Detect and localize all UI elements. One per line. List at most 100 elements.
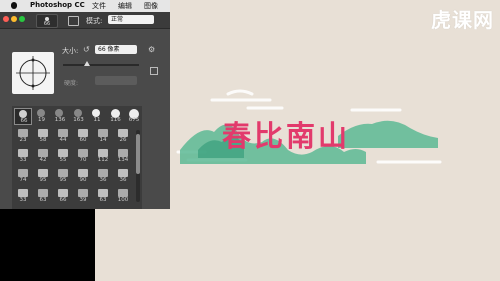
brush-preset-size: 63	[99, 197, 107, 203]
gear-icon[interactable]: ⚙	[148, 45, 155, 54]
brush-preset-size: 39	[79, 197, 87, 203]
brush-tip-icon	[98, 129, 108, 137]
brush-preset-item[interactable]: 33	[14, 188, 32, 205]
close-window-button[interactable]	[3, 16, 9, 22]
brush-preset-item[interactable]: 60	[74, 128, 92, 145]
brush-preset-size: 66	[59, 197, 67, 203]
brush-preset-size: 112	[97, 157, 109, 163]
brush-preset-item[interactable]: 136	[51, 108, 69, 125]
brush-preset-item[interactable]: 134	[114, 148, 132, 165]
brush-preset-panel: 66 模式: 正常 大小: ↺ 66 像素 ⚙ 硬度: 66 19 136 163 11…	[0, 12, 170, 209]
brush-panel-toggle-icon[interactable]	[68, 16, 79, 26]
brush-tip-icon	[118, 129, 128, 137]
brush-preset-item[interactable]: 63	[34, 188, 52, 205]
brush-preset-size: 100	[117, 197, 129, 203]
new-preset-icon[interactable]	[150, 67, 158, 75]
brush-preset-item[interactable]: 70	[74, 148, 92, 165]
brush-preset-item[interactable]: 100	[114, 188, 132, 205]
brush-preset-item[interactable]: 19	[33, 108, 51, 125]
brush-tip-icon	[118, 189, 128, 197]
brush-tip-icon	[78, 169, 88, 177]
brush-preset-item[interactable]: 39	[74, 188, 92, 205]
brush-preset-size: 19	[38, 117, 45, 123]
brush-tip-icon	[18, 169, 28, 177]
brush-preset-item[interactable]: 26	[114, 128, 132, 145]
brush-preset-item[interactable]: 675	[125, 108, 143, 125]
brush-preset-size: 33	[19, 197, 27, 203]
brush-preset-item[interactable]: 95	[34, 168, 52, 185]
brush-preset-item[interactable]: 44	[54, 128, 72, 145]
brush-tip-icon	[98, 149, 108, 157]
brush-preset-item[interactable]: 112	[94, 148, 112, 165]
brush-preset-grid: 66 19 136 163 11 116 675 23 58 44 60 14 26 33 42 55 70 11…	[12, 106, 142, 209]
zoom-window-button[interactable]	[19, 16, 25, 22]
brush-preset-size: 33	[19, 157, 27, 163]
brush-tip-icon	[38, 129, 48, 137]
mode-select[interactable]: 正常	[108, 15, 154, 24]
minimize-window-button[interactable]	[11, 16, 17, 22]
brush-preset-size: 134	[117, 157, 129, 163]
brush-preset-item[interactable]: 66	[54, 188, 72, 205]
brush-preset-item[interactable]: 33	[14, 148, 32, 165]
brush-tip-icon	[58, 169, 68, 177]
brush-tip-icon	[18, 129, 28, 137]
size-slider-track[interactable]	[63, 64, 139, 66]
brush-preset-item[interactable]: 74	[14, 168, 32, 185]
menu-edit[interactable]: 编辑	[118, 1, 132, 11]
brush-preset-size: 675	[128, 117, 140, 123]
brush-tip-icon	[18, 189, 28, 197]
brush-tip-icon	[73, 109, 82, 117]
brush-tip-icon	[19, 110, 27, 118]
app-menu[interactable]: Photoshop CC	[30, 1, 85, 9]
brush-picker-button[interactable]: 66	[36, 14, 58, 28]
grid-scrollbar-thumb[interactable]	[136, 134, 140, 174]
brush-preset-item[interactable]: 23	[14, 128, 32, 145]
brush-preset-item[interactable]: 66	[14, 108, 32, 125]
brush-tip-icon	[38, 169, 48, 177]
brush-angle-preview[interactable]	[12, 52, 54, 94]
brush-preset-size: 163	[73, 117, 84, 123]
brush-tip-icon	[118, 149, 128, 157]
brush-tip-icon	[58, 149, 68, 157]
brush-preset-size: 36	[119, 177, 127, 183]
brush-preset-size: 70	[79, 157, 87, 163]
artwork-title: 春比南山	[222, 119, 351, 153]
reset-icon[interactable]: ↺	[83, 45, 90, 54]
brush-tip-icon	[45, 17, 49, 21]
brush-tip-icon	[38, 189, 48, 197]
brush-preset-item[interactable]: 36	[114, 168, 132, 185]
brush-preset-item[interactable]: 95	[54, 168, 72, 185]
brush-preset-item[interactable]: 11	[88, 108, 106, 125]
brush-preset-size: 90	[79, 177, 87, 183]
menu-file[interactable]: 文件	[92, 1, 106, 11]
brush-preset-item[interactable]: 58	[34, 128, 52, 145]
brush-preset-item[interactable]: 14	[94, 128, 112, 145]
brush-tip-icon	[38, 149, 48, 157]
hardness-slider[interactable]	[95, 76, 137, 85]
brush-preset-size: 44	[59, 137, 67, 143]
brush-angle-icon	[16, 56, 50, 90]
brush-tip-icon	[36, 109, 45, 117]
brush-preset-size: 63	[39, 197, 47, 203]
brush-preset-item[interactable]: 90	[74, 168, 92, 185]
document-canvas-extension[interactable]	[95, 209, 170, 281]
menu-image[interactable]: 图像	[144, 1, 158, 11]
brush-preset-item[interactable]: 36	[94, 168, 112, 185]
brush-preset-size: 36	[99, 177, 107, 183]
apple-icon[interactable]	[11, 2, 17, 9]
brush-preset-item[interactable]: 163	[70, 108, 88, 125]
brush-tip-icon	[98, 169, 108, 177]
size-input[interactable]: 66 像素	[95, 45, 137, 54]
brush-preset-size: 11	[93, 117, 101, 123]
brush-preset-item[interactable]: 55	[54, 148, 72, 165]
size-label: 大小:	[62, 47, 79, 55]
brush-preset-item[interactable]: 42	[34, 148, 52, 165]
hardness-label: 硬度:	[64, 80, 79, 87]
brush-preset-item[interactable]: 63	[94, 188, 112, 205]
brush-preset-item[interactable]: 116	[107, 108, 125, 125]
brush-preset-size: 116	[110, 117, 121, 123]
brush-tip-icon	[78, 149, 88, 157]
brush-preset-size: 95	[39, 177, 47, 183]
brush-tip-icon	[18, 149, 28, 157]
size-slider-thumb[interactable]	[84, 61, 90, 66]
